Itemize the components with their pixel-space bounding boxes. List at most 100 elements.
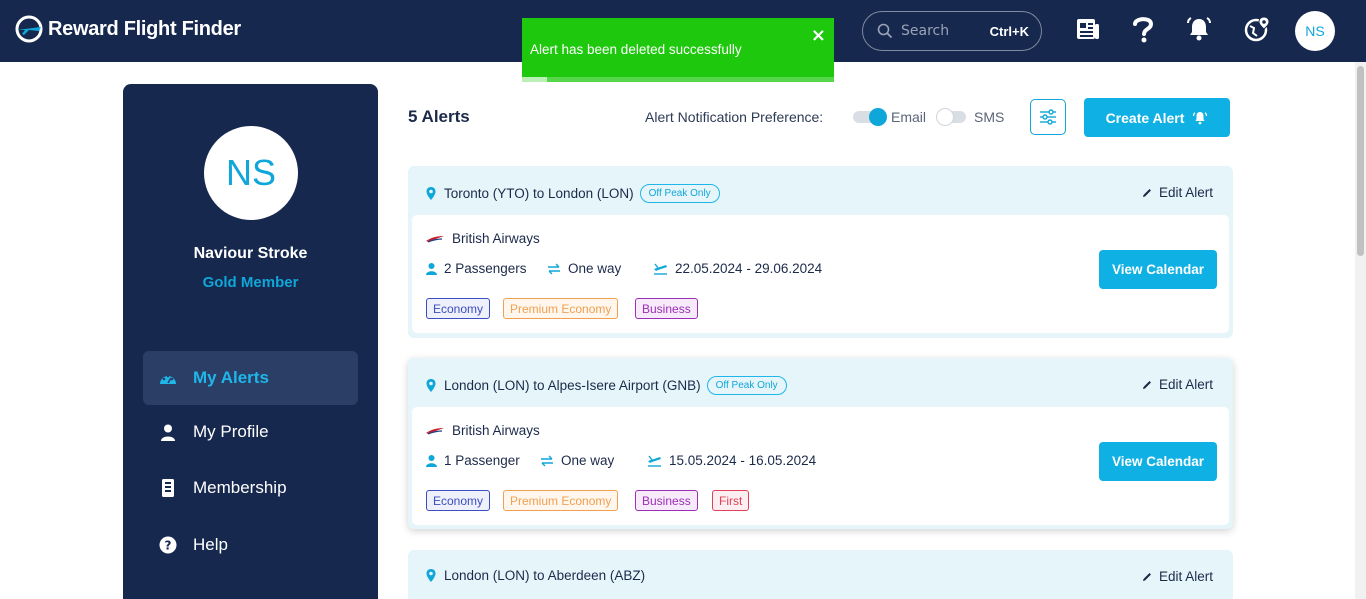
cabin-first-tag: First bbox=[712, 490, 750, 511]
passenger-count: 2 Passengers bbox=[444, 261, 527, 276]
help-button[interactable] bbox=[1128, 14, 1158, 44]
svg-text:?: ? bbox=[165, 539, 172, 553]
passenger-count: 1 Passenger bbox=[444, 453, 520, 468]
trip-type: One way bbox=[540, 453, 614, 468]
alert-route: London (LON) to Aberdeen (ABZ) bbox=[426, 568, 645, 583]
plane-departure-icon bbox=[654, 263, 667, 275]
trip-type-text: One way bbox=[568, 261, 622, 276]
sidebar-item-label: Help bbox=[193, 535, 228, 554]
cabin-business-tag: Business bbox=[635, 490, 698, 511]
cabin-premium-economy-tag: Premium Economy bbox=[503, 490, 619, 511]
pencil-icon bbox=[1142, 572, 1151, 581]
alert-route-text: London (LON) to Aberdeen (ABZ) bbox=[444, 568, 646, 583]
create-alert-button[interactable]: Create Alert bbox=[1084, 98, 1230, 137]
email-toggle[interactable] bbox=[853, 108, 887, 126]
person-icon bbox=[426, 454, 437, 467]
edit-alert-link[interactable]: Edit Alert bbox=[1142, 185, 1213, 200]
create-alert-label: Create Alert bbox=[1105, 109, 1185, 126]
user-icon bbox=[159, 423, 177, 441]
sidebar-item-my-alerts[interactable]: My Alerts bbox=[143, 351, 358, 405]
toast-close-button[interactable]: × bbox=[811, 25, 826, 46]
filter-button[interactable] bbox=[1030, 99, 1066, 135]
profile-avatar: NS bbox=[204, 126, 298, 220]
sidebar: NS Naviour Stroke Gold Member My Alerts … bbox=[123, 84, 378, 599]
region-button[interactable] bbox=[1243, 14, 1273, 44]
success-toast: Alert has been deleted successfully × bbox=[522, 18, 834, 82]
cabin-economy-tag: Economy bbox=[426, 298, 491, 319]
user-name: Naviour Stroke bbox=[193, 245, 308, 262]
person-icon bbox=[426, 262, 437, 275]
alert-card: London (LON) to Alpes-Isere Airport (GNB… bbox=[408, 358, 1233, 529]
sidebar-item-membership[interactable]: Membership bbox=[143, 461, 358, 515]
bell-ring-icon bbox=[1193, 111, 1208, 124]
swap-arrows-icon bbox=[548, 263, 560, 274]
sms-toggle-label: SMS bbox=[974, 109, 1005, 125]
swap-arrows-icon bbox=[541, 455, 553, 466]
alert-card-body: British Airways 1 Passenger One way 15.0… bbox=[412, 407, 1229, 525]
dashboard-icon bbox=[159, 369, 177, 387]
edit-alert-link[interactable]: Edit Alert bbox=[1142, 569, 1213, 584]
edit-alert-label: Edit Alert bbox=[1158, 185, 1213, 200]
question-icon: ? bbox=[159, 536, 177, 554]
user-avatar[interactable]: NS bbox=[1295, 11, 1335, 51]
cabin-business-tag: Business bbox=[635, 298, 698, 319]
alert-route-text: London (LON) to Alpes-Isere Airport (GNB… bbox=[444, 378, 701, 393]
passengers: 2 Passengers bbox=[426, 261, 527, 276]
email-toggle-label: Email bbox=[891, 109, 927, 125]
alert-route: London (LON) to Alpes-Isere Airport (GNB… bbox=[426, 376, 787, 395]
alert-route: Toronto (YTO) to London (LON) Off Peak O… bbox=[426, 184, 720, 203]
sidebar-item-my-profile[interactable]: My Profile bbox=[143, 405, 358, 459]
travel-dates-text: 22.05.2024 - 29.06.2024 bbox=[675, 261, 823, 276]
off-peak-badge: Off Peak Only bbox=[706, 376, 787, 395]
globe-pin-icon bbox=[1244, 16, 1270, 42]
alert-route-text: Toronto (YTO) to London (LON) bbox=[444, 186, 634, 201]
search-shortcut: Ctrl+K bbox=[989, 23, 1029, 39]
alert-card-body: British Airways 2 Passengers One way 22.… bbox=[412, 215, 1229, 333]
card-icon bbox=[159, 479, 177, 497]
scrollbar-thumb[interactable] bbox=[1357, 66, 1364, 256]
passengers: 1 Passenger bbox=[426, 453, 520, 468]
view-calendar-button[interactable]: View Calendar bbox=[1099, 442, 1217, 481]
plane-departure-icon bbox=[648, 455, 661, 467]
map-pin-icon bbox=[426, 379, 436, 392]
airline: British Airways bbox=[426, 423, 540, 438]
brand-name: Reward Flight Finder bbox=[48, 17, 241, 40]
news-button[interactable] bbox=[1073, 14, 1103, 44]
map-pin-icon bbox=[426, 187, 436, 200]
edit-alert-label: Edit Alert bbox=[1158, 569, 1213, 584]
travel-dates: 15.05.2024 - 16.05.2024 bbox=[647, 453, 816, 468]
news-icon bbox=[1077, 19, 1099, 39]
toast-progress-fill bbox=[522, 77, 547, 82]
pencil-icon bbox=[1142, 380, 1151, 389]
edit-alert-link[interactable]: Edit Alert bbox=[1142, 377, 1213, 392]
sliders-icon bbox=[1040, 109, 1056, 125]
alert-card: Toronto (YTO) to London (LON) Off Peak O… bbox=[408, 166, 1233, 338]
sidebar-item-label: My Profile bbox=[193, 422, 269, 441]
plane-logo-icon bbox=[15, 15, 43, 43]
bell-icon bbox=[1187, 17, 1211, 41]
travel-dates: 22.05.2024 - 29.06.2024 bbox=[653, 261, 822, 276]
alert-card: London (LON) to Aberdeen (ABZ) Edit Aler… bbox=[408, 550, 1233, 599]
alerts-count: 5 Alerts bbox=[408, 107, 470, 126]
sms-toggle[interactable] bbox=[936, 108, 966, 126]
airline-name: British Airways bbox=[452, 423, 540, 438]
sms-toggle-knob bbox=[936, 108, 954, 126]
view-calendar-button[interactable]: View Calendar bbox=[1099, 250, 1217, 289]
airline-name: British Airways bbox=[452, 231, 540, 246]
sidebar-item-help[interactable]: ? Help bbox=[143, 518, 358, 572]
notifications-button[interactable] bbox=[1184, 14, 1214, 44]
cabin-premium-economy-tag: Premium Economy bbox=[503, 298, 619, 319]
sidebar-item-label: My Alerts bbox=[193, 368, 269, 387]
toast-progress bbox=[522, 77, 834, 82]
membership-tier: Gold Member bbox=[202, 274, 299, 291]
brand-logo[interactable]: Reward Flight Finder bbox=[14, 14, 241, 44]
airline: British Airways bbox=[426, 231, 540, 246]
search-icon bbox=[877, 23, 893, 39]
search-input[interactable]: Search Ctrl+K bbox=[862, 11, 1042, 51]
british-airways-logo-icon bbox=[426, 235, 444, 243]
trip-type: One way bbox=[547, 261, 621, 276]
pencil-icon bbox=[1142, 188, 1151, 197]
sidebar-item-label: Membership bbox=[193, 478, 287, 497]
search-placeholder: Search bbox=[901, 23, 950, 39]
travel-dates-text: 15.05.2024 - 16.05.2024 bbox=[669, 453, 817, 468]
